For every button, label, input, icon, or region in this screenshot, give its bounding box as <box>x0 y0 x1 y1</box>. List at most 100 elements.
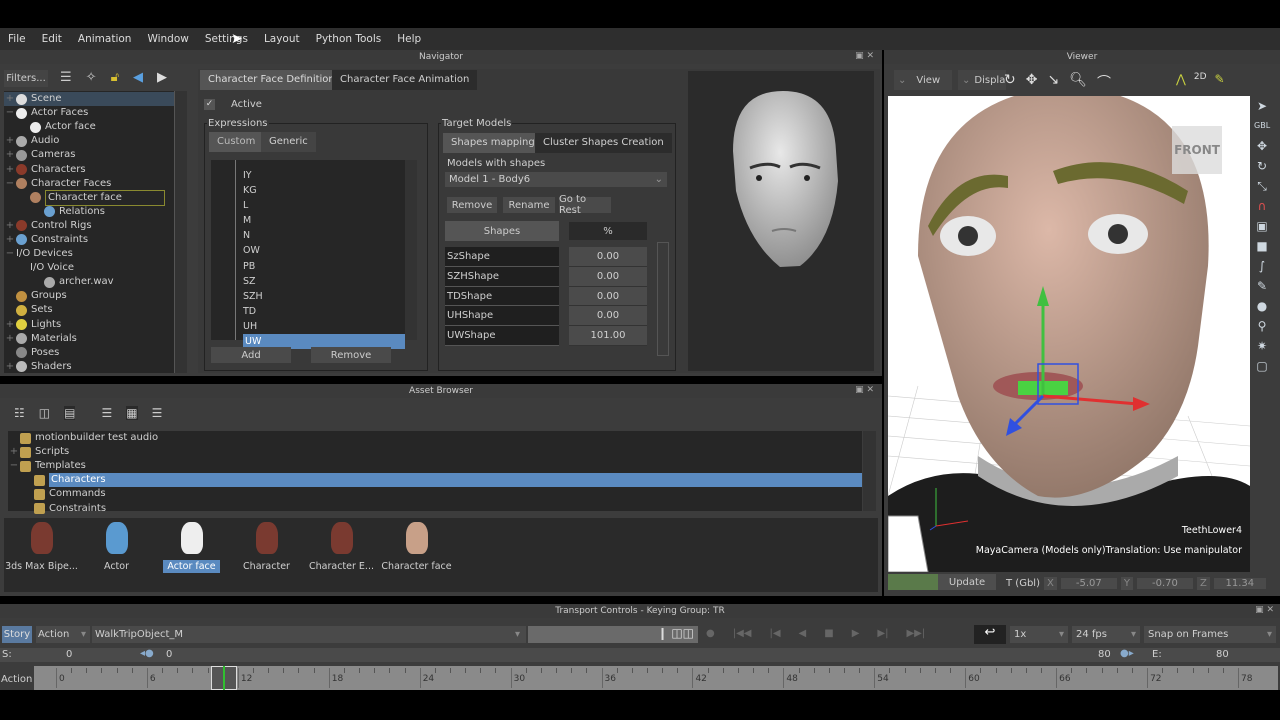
expand-icon[interactable]: + <box>8 445 20 459</box>
go-to-rest-button[interactable]: Go to Rest <box>559 194 611 216</box>
tree-item[interactable]: Character face <box>4 189 174 206</box>
menu-edit[interactable]: Edit <box>34 33 70 45</box>
tree-scrollbar[interactable] <box>174 91 187 373</box>
box-icon[interactable]: ■ <box>1254 238 1270 254</box>
asset-tree-scrollbar[interactable] <box>863 431 876 511</box>
split-horizontal-icon[interactable]: ▤ <box>64 406 76 420</box>
expression-item[interactable]: UH <box>211 319 405 334</box>
expand-icon[interactable]: − <box>8 459 20 473</box>
curve-tool-icon[interactable]: ∫ <box>1254 258 1270 274</box>
scene-tree[interactable]: + Scene − Actor Faces Actor face + Audio + Camer… <box>4 91 174 373</box>
expression-item[interactable]: KG <box>211 183 405 198</box>
model-dropdown[interactable]: Model 1 - Body6 ⌄ <box>445 172 667 187</box>
expand-icon[interactable]: − <box>4 106 16 120</box>
add-expression-button[interactable]: Add <box>211 347 291 363</box>
asset-tree-item[interactable]: Characters <box>8 473 862 488</box>
select-cursor-icon[interactable]: ➤ <box>1254 98 1270 114</box>
timeline-ruler[interactable]: 0 6 12 18 24 30 36 42 48 54 60 66 72 78 <box>34 666 1278 690</box>
expand-icon[interactable]: + <box>4 92 16 106</box>
tree-item[interactable]: + Scene <box>4 92 174 107</box>
tree-item[interactable]: + Characters <box>4 162 174 176</box>
expand-icon[interactable]: + <box>4 134 16 148</box>
tab-character-face-definition[interactable]: Character Face Definition <box>200 70 343 90</box>
range-handle-right-icon[interactable]: ●▸ <box>1120 648 1134 659</box>
expand-icon[interactable]: + <box>4 219 16 233</box>
expand-icon[interactable]: + <box>4 233 16 247</box>
pen-tool-icon[interactable]: ✎ <box>1254 278 1270 294</box>
close-icon[interactable]: ▣ ✕ <box>855 51 874 61</box>
expand-icon[interactable]: + <box>4 148 16 162</box>
shape-row[interactable]: TDShape 0.00 <box>445 286 655 307</box>
cube-icon[interactable]: ▣ <box>1254 218 1270 234</box>
go-to-end-icon[interactable]: ▶▶| <box>906 628 925 639</box>
rotate-icon[interactable]: ↻ <box>1254 158 1270 174</box>
asset-tree[interactable]: motionbuilder test audio + Scripts − Templat… <box>8 431 862 515</box>
tree-item[interactable]: + Cameras <box>4 148 174 162</box>
x-field[interactable]: -5.07 <box>1060 578 1117 589</box>
light-icon[interactable]: ✷ <box>1254 338 1270 354</box>
tab-generic[interactable]: Generic <box>261 132 316 152</box>
expression-item[interactable]: N <box>211 228 405 243</box>
dolly-icon[interactable]: ↘ <box>1047 72 1059 92</box>
active-checkbox[interactable]: ✓ <box>204 99 215 110</box>
curve-icon[interactable]: ⋀ <box>1176 72 1186 86</box>
shapes-column-header[interactable]: Shapes <box>445 221 559 241</box>
asset-item[interactable]: Character <box>229 518 304 592</box>
tree-item[interactable]: + Constraints <box>4 233 174 247</box>
expression-item[interactable]: PB <box>211 259 405 274</box>
pan-icon[interactable]: ✥ <box>1026 72 1038 92</box>
shape-percent-field[interactable]: 0.00 <box>569 306 647 327</box>
tree-item[interactable]: − I/O Devices <box>4 247 174 261</box>
expand-icon[interactable]: + <box>4 163 16 177</box>
zoom-icon[interactable]: 🔍︎ <box>1069 72 1087 92</box>
frame-icon[interactable]: ▢ <box>1254 358 1270 374</box>
start-field[interactable]: 0 <box>66 649 72 660</box>
asset-tree-item[interactable]: − Templates <box>8 459 862 473</box>
menu-python-tools[interactable]: Python Tools <box>308 33 390 45</box>
expression-item[interactable]: SZ <box>211 274 405 289</box>
speed-dropdown[interactable]: 1x ▾ <box>1010 626 1068 643</box>
step-back-icon[interactable]: ◀ <box>799 628 807 639</box>
expression-item[interactable]: L <box>211 198 405 213</box>
tree-item[interactable]: archer.wav <box>4 275 174 289</box>
menu-window[interactable]: Window <box>139 33 196 45</box>
shapes-scrollbar[interactable] <box>657 242 669 356</box>
menu-file[interactable]: File <box>0 33 34 45</box>
display-menu-button[interactable]: ⌄Display <box>958 70 1006 90</box>
expressions-scrollbar[interactable] <box>405 160 417 340</box>
y-field[interactable]: -0.70 <box>1136 578 1193 589</box>
previous-key-icon[interactable]: |◀ <box>769 628 780 639</box>
shape-percent-field[interactable]: 101.00 <box>569 326 647 346</box>
story-button[interactable]: Story <box>2 626 32 643</box>
close-icon[interactable]: ▣ ✕ <box>1255 605 1274 615</box>
asset-item[interactable]: Character face <box>379 518 454 592</box>
expand-icon[interactable]: − <box>4 247 16 261</box>
global-space-button[interactable]: GBL <box>1254 118 1270 134</box>
scale-icon[interactable]: ⤡ <box>1254 178 1270 194</box>
split-vertical-icon[interactable]: ◫ <box>39 406 50 420</box>
tree-item[interactable]: − Actor Faces <box>4 106 174 120</box>
tab-shapes-mapping[interactable]: Shapes mapping <box>443 133 543 153</box>
2d-icon[interactable]: 2D <box>1194 72 1207 86</box>
tree-item[interactable]: Sets <box>4 303 174 317</box>
expression-item[interactable]: M <box>211 213 405 228</box>
mode-dropdown[interactable]: Action ▾ <box>36 626 90 643</box>
3d-viewport[interactable]: FRONT TeethLower4 MayaCamera (Models onl… <box>888 96 1250 572</box>
tab-custom[interactable]: Custom <box>209 132 264 152</box>
asset-tree-item[interactable]: motionbuilder test audio <box>8 431 862 445</box>
list-icon[interactable]: ☰ <box>101 406 112 420</box>
menu-animation[interactable]: Animation <box>70 33 140 45</box>
tree-item[interactable]: I/O Voice <box>4 261 174 275</box>
asset-tree-item[interactable]: + Scripts <box>8 445 862 459</box>
stop-icon[interactable]: ■ <box>824 628 833 639</box>
remove-expression-button[interactable]: Remove <box>311 347 391 363</box>
expression-item[interactable]: IY <box>211 168 405 183</box>
next-key-icon[interactable]: ▶| <box>877 628 888 639</box>
tree-item[interactable]: + Materials <box>4 332 174 346</box>
back-arrow-icon[interactable]: ◀ <box>133 70 143 85</box>
tree-item[interactable]: Groups <box>4 289 174 303</box>
range-slider[interactable]: S: 0 ◂● 0 80 ●▸ E: 80 <box>0 648 1280 662</box>
asset-tree-item[interactable]: Constraints <box>8 501 862 515</box>
menu-settings[interactable]: Settings <box>197 33 256 45</box>
range-handle-left-icon[interactable]: ◂● <box>140 648 154 659</box>
